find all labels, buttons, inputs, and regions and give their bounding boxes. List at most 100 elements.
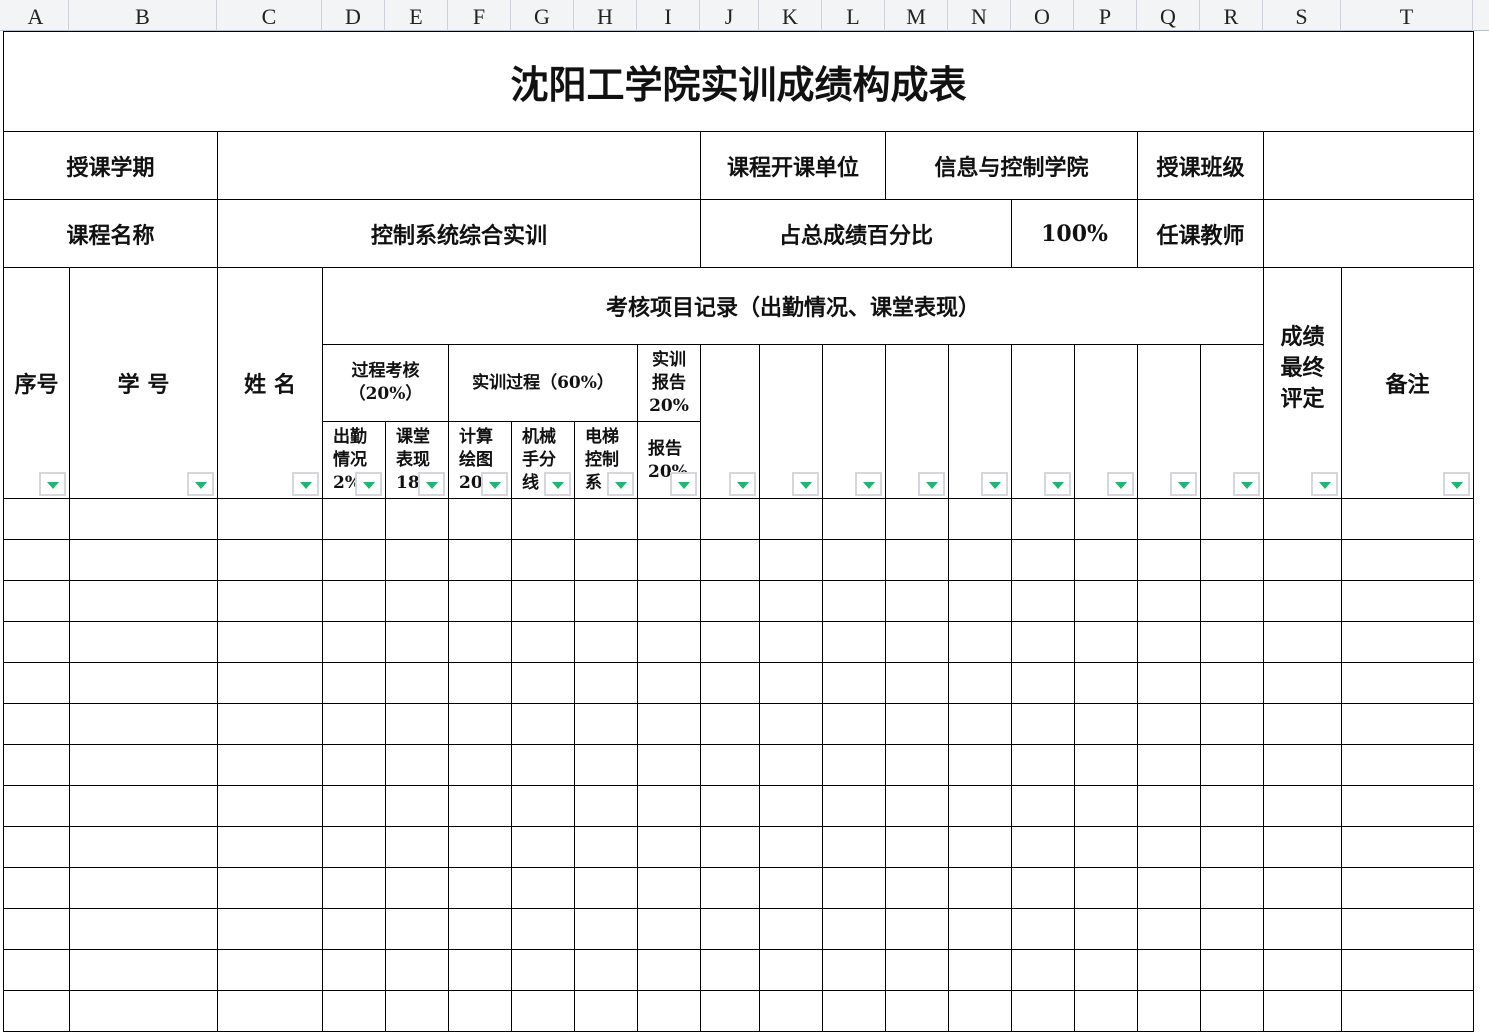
cell[interactable] (574, 785, 638, 827)
cell[interactable] (574, 908, 638, 950)
cell[interactable] (822, 744, 886, 786)
cell[interactable] (3, 785, 70, 827)
cell[interactable] (948, 908, 1012, 950)
cell[interactable] (700, 908, 760, 950)
cell[interactable] (1263, 621, 1342, 663)
cell[interactable] (1341, 826, 1474, 868)
cell[interactable] (1137, 498, 1201, 540)
cell[interactable] (700, 785, 760, 827)
cell[interactable] (1074, 785, 1138, 827)
cell[interactable] (1263, 580, 1342, 622)
cell[interactable] (1200, 826, 1264, 868)
header-blank-J[interactable] (700, 344, 760, 499)
percent-value[interactable]: 100% (1011, 199, 1138, 268)
cell[interactable] (574, 662, 638, 704)
sheet-title[interactable]: 沈阳工学院实训成绩构成表 (3, 31, 1474, 132)
column-header-A[interactable]: A (3, 0, 69, 31)
cell[interactable] (448, 621, 512, 663)
cell[interactable] (637, 990, 701, 1032)
cell[interactable] (885, 539, 949, 581)
column-header-C[interactable]: C (217, 0, 322, 31)
cell[interactable] (822, 580, 886, 622)
cell[interactable] (385, 621, 449, 663)
cell[interactable] (69, 621, 218, 663)
class-label[interactable]: 授课班级 (1137, 131, 1264, 200)
header-blank-Q[interactable] (1137, 344, 1201, 499)
cell[interactable] (385, 662, 449, 704)
cell[interactable] (885, 662, 949, 704)
cell[interactable] (1341, 990, 1474, 1032)
filter-dropdown-icon[interactable] (1443, 472, 1470, 496)
cell[interactable] (759, 580, 823, 622)
cell[interactable] (3, 908, 70, 950)
column-header-S[interactable]: S (1263, 0, 1341, 31)
column-header-E[interactable]: E (385, 0, 448, 31)
column-header-O[interactable]: O (1011, 0, 1074, 31)
class-value[interactable] (1263, 131, 1474, 200)
filter-dropdown-icon[interactable] (792, 472, 819, 496)
cell[interactable] (1074, 826, 1138, 868)
cell[interactable] (69, 908, 218, 950)
cell[interactable] (1011, 662, 1075, 704)
cell[interactable] (3, 498, 70, 540)
cell[interactable] (948, 539, 1012, 581)
cell[interactable] (885, 949, 949, 991)
cell[interactable] (1074, 867, 1138, 909)
cell[interactable] (1011, 703, 1075, 745)
cell[interactable] (948, 498, 1012, 540)
term-value[interactable] (217, 131, 701, 200)
filter-dropdown-icon[interactable] (607, 472, 634, 496)
cell[interactable] (448, 662, 512, 704)
header-report[interactable]: 实训报告20% (637, 344, 701, 422)
cell[interactable] (1263, 785, 1342, 827)
cell[interactable] (1263, 949, 1342, 991)
cell[interactable] (385, 539, 449, 581)
cell[interactable] (822, 662, 886, 704)
cell[interactable] (1341, 580, 1474, 622)
cell[interactable] (822, 621, 886, 663)
cell[interactable] (3, 662, 70, 704)
cell[interactable] (217, 703, 323, 745)
header-blank-M[interactable] (885, 344, 949, 499)
cell[interactable] (69, 867, 218, 909)
cell[interactable] (822, 498, 886, 540)
cell[interactable] (1137, 785, 1201, 827)
cell[interactable] (511, 662, 575, 704)
cell[interactable] (885, 621, 949, 663)
cell[interactable] (69, 826, 218, 868)
cell[interactable] (511, 498, 575, 540)
cell[interactable] (3, 826, 70, 868)
filter-dropdown-icon[interactable] (1170, 472, 1197, 496)
cell[interactable] (1137, 867, 1201, 909)
cell[interactable] (1011, 621, 1075, 663)
filter-dropdown-icon[interactable] (855, 472, 882, 496)
cell[interactable] (1074, 908, 1138, 950)
course-value[interactable]: 控制系统综合实训 (217, 199, 701, 268)
cell[interactable] (637, 703, 701, 745)
cell[interactable] (385, 990, 449, 1032)
cell[interactable] (217, 621, 323, 663)
cell[interactable] (822, 826, 886, 868)
cell[interactable] (1263, 990, 1342, 1032)
cell[interactable] (448, 703, 512, 745)
cell[interactable] (1074, 990, 1138, 1032)
column-header-D[interactable]: D (322, 0, 385, 31)
header-blank-K[interactable] (759, 344, 823, 499)
cell[interactable] (1137, 949, 1201, 991)
cell[interactable] (217, 908, 323, 950)
cell[interactable] (1263, 867, 1342, 909)
cell[interactable] (700, 949, 760, 991)
cell[interactable] (759, 990, 823, 1032)
cell[interactable] (574, 826, 638, 868)
cell[interactable] (511, 580, 575, 622)
cell[interactable] (700, 498, 760, 540)
cell[interactable] (885, 703, 949, 745)
column-header-P[interactable]: P (1074, 0, 1137, 31)
cell[interactable] (1074, 621, 1138, 663)
cell[interactable] (1200, 662, 1264, 704)
cell[interactable] (448, 826, 512, 868)
cell[interactable] (637, 826, 701, 868)
cell[interactable] (574, 744, 638, 786)
cell[interactable] (385, 744, 449, 786)
cell[interactable] (217, 580, 323, 622)
